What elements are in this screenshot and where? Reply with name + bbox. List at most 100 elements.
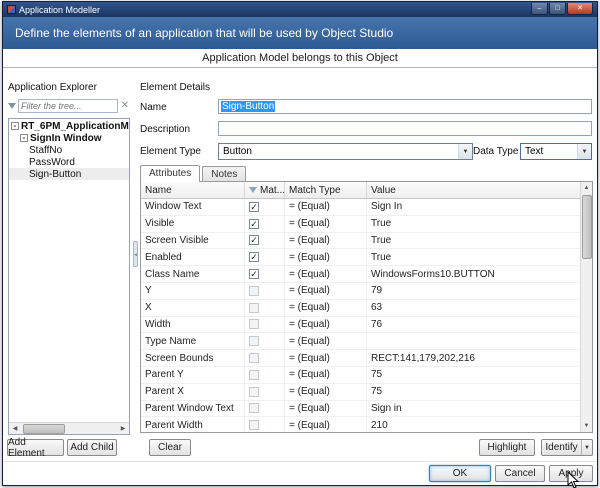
match-checkbox[interactable] bbox=[249, 403, 259, 414]
match-checkbox[interactable] bbox=[249, 420, 259, 431]
scroll-right-icon[interactable]: ▶ bbox=[117, 422, 129, 434]
column-header-label: Value bbox=[371, 184, 396, 196]
minimize-button[interactable]: ‒ bbox=[531, 2, 548, 15]
tab-attributes[interactable]: Attributes bbox=[140, 165, 201, 182]
add-element-button[interactable]: Add Element bbox=[7, 437, 64, 459]
chevron-down-icon: ▼ bbox=[577, 144, 591, 159]
ok-button[interactable]: OK bbox=[429, 465, 491, 482]
tree-collapse-icon[interactable]: - bbox=[20, 134, 28, 142]
column-header-name[interactable]: Name bbox=[141, 182, 245, 198]
clear-button[interactable]: Clear bbox=[149, 439, 191, 456]
tree-horizontal-scrollbar[interactable]: ◀ ▶ bbox=[9, 422, 129, 434]
toolbar-row: Add Element Add Child Clear Highlight Id… bbox=[3, 437, 597, 459]
attribute-row[interactable]: X = (Equal) 63 bbox=[141, 299, 580, 317]
match-type[interactable]: = (Equal) bbox=[285, 232, 367, 249]
attributes-header: Name Mat... Match Type Value bbox=[141, 182, 580, 199]
column-header-mat-[interactable]: Mat... bbox=[245, 182, 285, 198]
attribute-row[interactable]: Class Name ✓ = (Equal) WindowsForms10.BUTTO… bbox=[141, 266, 580, 283]
close-button[interactable]: ✕ bbox=[567, 2, 593, 15]
title-bar[interactable]: Application Modeller ‒ □ ✕ bbox=[3, 2, 597, 17]
match-type[interactable]: = (Equal) bbox=[285, 350, 367, 366]
element-type-dropdown[interactable]: Button ▼ bbox=[218, 143, 473, 160]
match-checkbox[interactable]: ✓ bbox=[249, 252, 259, 263]
scroll-up-icon[interactable]: ▲ bbox=[580, 182, 592, 194]
tree-item-label: SignIn Window bbox=[30, 132, 102, 144]
match-type[interactable]: = (Equal) bbox=[285, 383, 367, 400]
match-type[interactable]: = (Equal) bbox=[285, 249, 367, 266]
cancel-button[interactable]: Cancel bbox=[495, 465, 545, 482]
match-checkbox[interactable]: ✓ bbox=[249, 269, 259, 280]
attribute-row[interactable]: Screen Bounds = (Equal) RECT:141,179,202,2… bbox=[141, 350, 580, 367]
match-type[interactable]: = (Equal) bbox=[285, 316, 367, 333]
hscroll-thumb[interactable] bbox=[23, 423, 65, 434]
model-banner: Application Model belongs to this Object bbox=[3, 49, 597, 68]
tree-collapse-icon[interactable]: - bbox=[11, 122, 19, 130]
attribute-row[interactable]: Screen Visible ✓ = (Equal) True bbox=[141, 232, 580, 250]
vscroll-thumb[interactable] bbox=[581, 195, 592, 259]
attributes-vertical-scrollbar[interactable]: ▲ ▼ bbox=[580, 182, 592, 432]
description-input[interactable] bbox=[218, 121, 592, 136]
match-type[interactable]: = (Equal) bbox=[285, 215, 367, 232]
tree-item-password[interactable]: PassWord bbox=[9, 156, 129, 168]
match-type[interactable]: = (Equal) bbox=[285, 333, 367, 350]
tree-item-signin-window[interactable]: - SignIn Window bbox=[9, 132, 129, 144]
attribute-row[interactable]: Visible ✓ = (Equal) True bbox=[141, 215, 580, 233]
match-checkbox[interactable] bbox=[249, 369, 259, 380]
match-type[interactable]: = (Equal) bbox=[285, 299, 367, 316]
match-checkbox[interactable] bbox=[249, 336, 259, 347]
name-input[interactable]: Sign-Button bbox=[218, 99, 592, 114]
clear-filter-icon[interactable]: ✕ bbox=[120, 101, 130, 111]
match-type[interactable]: = (Equal) bbox=[285, 266, 367, 282]
attribute-row[interactable]: Parent X = (Equal) 75 bbox=[141, 383, 580, 401]
apply-button[interactable]: Apply bbox=[549, 465, 593, 482]
match-type[interactable]: = (Equal) bbox=[285, 417, 367, 432]
attribute-name: X bbox=[141, 299, 245, 316]
match-checkbox[interactable]: ✓ bbox=[249, 201, 259, 212]
match-checkbox[interactable] bbox=[249, 319, 259, 330]
highlight-button[interactable]: Highlight bbox=[479, 439, 535, 456]
data-type-dropdown[interactable]: Text ▼ bbox=[520, 143, 592, 160]
match-checkbox[interactable]: ✓ bbox=[249, 218, 259, 229]
splitter-grip-icon[interactable]: ◂ bbox=[133, 240, 138, 267]
column-header-value[interactable]: Value bbox=[367, 182, 580, 198]
attribute-row[interactable]: Y = (Equal) 79 bbox=[141, 282, 580, 300]
tree-item-sign-button[interactable]: Sign-Button bbox=[9, 168, 129, 180]
attribute-row[interactable]: Type Name = (Equal) bbox=[141, 333, 580, 351]
match-type[interactable]: = (Equal) bbox=[285, 366, 367, 383]
panel-splitter[interactable]: ◂ bbox=[132, 82, 139, 435]
attribute-row[interactable]: Window Text ✓ = (Equal) Sign In bbox=[141, 199, 580, 216]
tree-filter-input[interactable] bbox=[18, 99, 118, 113]
add-child-button[interactable]: Add Child bbox=[67, 439, 117, 456]
attribute-value: 76 bbox=[371, 318, 383, 330]
match-checkbox[interactable] bbox=[249, 302, 259, 313]
match-checkbox[interactable]: ✓ bbox=[249, 235, 259, 246]
match-type[interactable]: = (Equal) bbox=[285, 282, 367, 299]
maximize-button[interactable]: □ bbox=[549, 2, 566, 15]
attribute-row[interactable]: Width = (Equal) 76 bbox=[141, 316, 580, 334]
attributes-table: Name Mat... Match Type Value Window Text ✓ = … bbox=[140, 181, 593, 433]
attribute-row[interactable]: Enabled ✓ = (Equal) True bbox=[141, 249, 580, 267]
chevron-down-icon[interactable]: ▼ bbox=[581, 440, 592, 455]
window-controls: ‒ □ ✕ bbox=[531, 2, 593, 15]
match-cell bbox=[245, 400, 285, 417]
tab-notes[interactable]: Notes bbox=[202, 166, 247, 182]
match-checkbox[interactable] bbox=[249, 386, 259, 397]
tree-item-staffno[interactable]: StaffNo bbox=[9, 144, 129, 156]
column-header-match-type[interactable]: Match Type bbox=[285, 182, 367, 198]
match-checkbox[interactable] bbox=[249, 353, 259, 364]
tree-item-rt-6pm-applicationmoduler[interactable]: -RT_6PM_ApplicationModuler bbox=[9, 120, 129, 132]
attribute-row[interactable]: Parent Width = (Equal) 210 bbox=[141, 417, 580, 432]
model-banner-text: Application Model belongs to this Object bbox=[202, 52, 398, 64]
match-checkbox[interactable] bbox=[249, 285, 259, 296]
match-type[interactable]: = (Equal) bbox=[285, 199, 367, 215]
scroll-left-icon[interactable]: ◀ bbox=[9, 422, 21, 434]
identify-split-button[interactable]: Identify ▼ bbox=[541, 439, 593, 456]
scroll-down-icon[interactable]: ▼ bbox=[580, 420, 592, 432]
data-type-value: Text bbox=[525, 146, 544, 157]
match-type[interactable]: = (Equal) bbox=[285, 400, 367, 417]
attribute-name: Type Name bbox=[141, 333, 245, 350]
attribute-row[interactable]: Parent Y = (Equal) 75 bbox=[141, 366, 580, 384]
attribute-row[interactable]: Parent Window Text = (Equal) Sign in bbox=[141, 400, 580, 418]
match-cell: ✓ bbox=[245, 249, 285, 266]
tree-item-label: PassWord bbox=[29, 156, 75, 168]
